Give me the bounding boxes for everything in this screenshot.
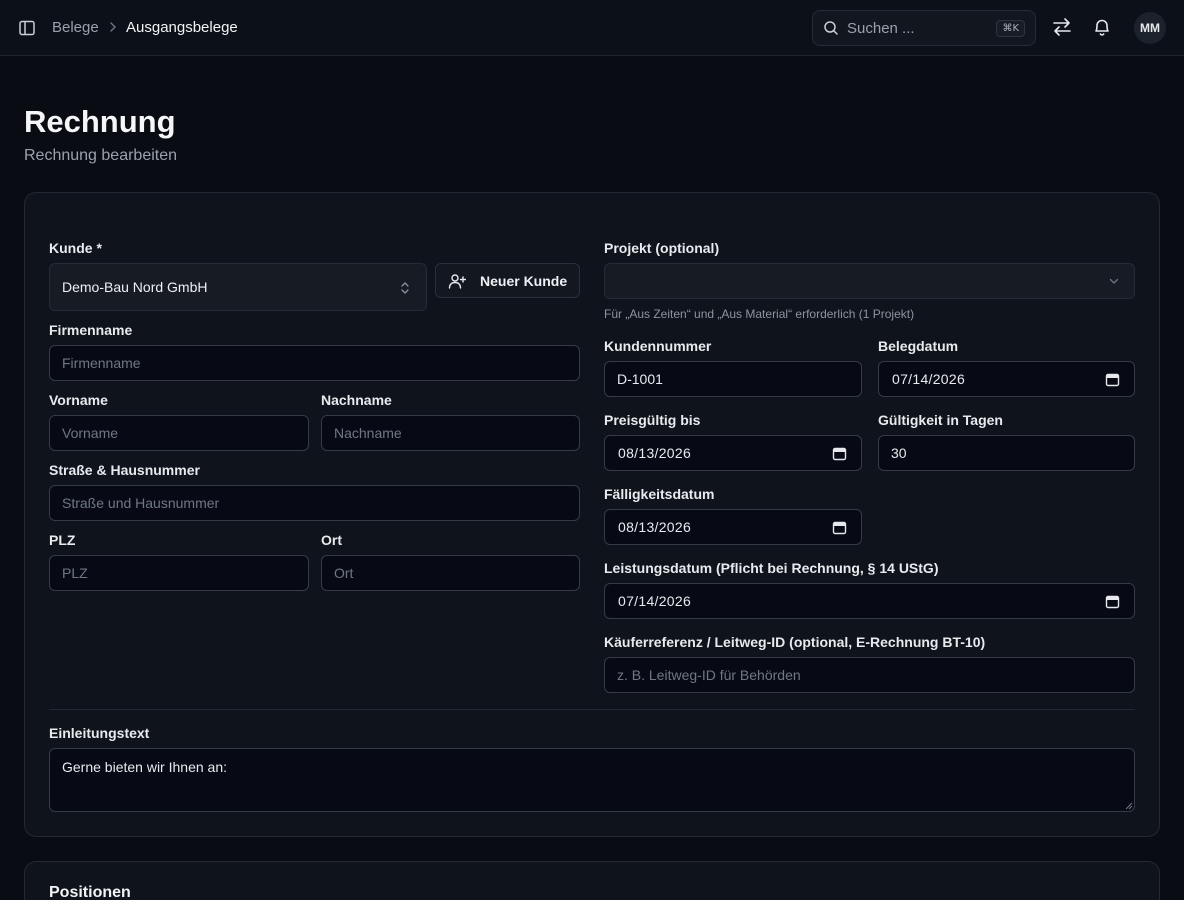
avatar[interactable]: MM	[1134, 12, 1166, 44]
due-date-value: 08/13/2026	[618, 519, 692, 535]
price-valid-input[interactable]: 08/13/2026	[604, 435, 862, 471]
calendar-icon[interactable]	[832, 446, 847, 461]
intro-text-label: Einleitungstext	[49, 725, 150, 741]
calendar-icon[interactable]	[1105, 594, 1120, 609]
zip-input[interactable]	[49, 555, 309, 591]
chevron-right-icon	[110, 22, 116, 32]
validity-days-input[interactable]	[878, 435, 1135, 471]
section-divider	[49, 709, 1135, 710]
buyer-reference-label: Käuferreferenz / Leitweg-ID (optional, E…	[604, 634, 986, 650]
resize-grip-icon[interactable]	[1124, 801, 1133, 810]
document-date-label: Belegdatum	[878, 338, 959, 354]
new-customer-label: Neuer Kunde	[480, 273, 568, 289]
page-subtitle: Rechnung bearbeiten	[24, 147, 178, 164]
search-box[interactable]: Suchen ... ⌘K	[812, 10, 1036, 46]
company-label: Firmenname	[49, 322, 133, 338]
customer-select[interactable]: Demo-Bau Nord GmbH	[49, 263, 427, 311]
search-icon	[824, 21, 838, 35]
sidebar-toggle-icon[interactable]	[17, 18, 37, 38]
document-date-value: 07/14/2026	[892, 371, 966, 387]
project-label: Projekt (optional)	[604, 240, 720, 256]
buyer-reference-input[interactable]	[604, 657, 1135, 693]
city-label: Ort	[321, 532, 342, 548]
company-input[interactable]	[49, 345, 580, 381]
positions-title: Positionen	[49, 884, 131, 900]
service-date-label: Leistungsdatum (Pflicht bei Rechnung, § …	[604, 560, 939, 576]
customer-label: Kunde *	[49, 240, 102, 256]
project-hint: Für „Aus Zeiten“ und „Aus Material“ erfo…	[604, 307, 915, 321]
new-customer-button[interactable]: Neuer Kunde	[435, 263, 580, 298]
calendar-icon[interactable]	[1105, 372, 1120, 387]
search-placeholder[interactable]: Suchen ...	[847, 20, 915, 37]
customer-value: Demo-Bau Nord GmbH	[62, 279, 208, 295]
top-bar: Belege Ausgangsbelege Suchen ... ⌘K MM	[0, 0, 1184, 56]
positions-card	[24, 861, 1160, 900]
street-input[interactable]	[49, 485, 580, 521]
bell-icon[interactable]	[1091, 16, 1113, 38]
price-valid-label: Preisgültig bis	[604, 412, 701, 428]
page-title: Rechnung	[24, 104, 176, 139]
user-plus-icon	[448, 274, 466, 289]
chevron-down-icon	[1109, 278, 1119, 284]
swap-icon[interactable]	[1051, 16, 1073, 38]
customer-number-label: Kundennummer	[604, 338, 712, 354]
intro-text-area[interactable]: Gerne bieten wir Ihnen an:	[49, 748, 1135, 812]
customer-number-input[interactable]	[604, 361, 862, 397]
lastname-label: Nachname	[321, 392, 392, 408]
breadcrumb-current: Ausgangsbelege	[126, 19, 238, 36]
due-date-input[interactable]: 08/13/2026	[604, 509, 862, 545]
service-date-input[interactable]: 07/14/2026	[604, 583, 1135, 619]
street-label: Straße & Hausnummer	[49, 462, 200, 478]
project-select[interactable]	[604, 263, 1135, 299]
city-input[interactable]	[321, 555, 580, 591]
calendar-icon[interactable]	[832, 520, 847, 535]
firstname-label: Vorname	[49, 392, 108, 408]
due-date-label: Fälligkeitsdatum	[604, 486, 715, 502]
price-valid-value: 08/13/2026	[618, 445, 692, 461]
breadcrumb-parent[interactable]: Belege	[52, 19, 99, 37]
search-shortcut: ⌘K	[996, 20, 1025, 37]
document-date-input[interactable]: 07/14/2026	[878, 361, 1135, 397]
firstname-input[interactable]	[49, 415, 309, 451]
zip-label: PLZ	[49, 532, 76, 548]
validity-days-label: Gültigkeit in Tagen	[878, 412, 1003, 428]
chevron-up-down-icon	[401, 282, 409, 294]
service-date-value: 07/14/2026	[618, 593, 692, 609]
lastname-input[interactable]	[321, 415, 580, 451]
